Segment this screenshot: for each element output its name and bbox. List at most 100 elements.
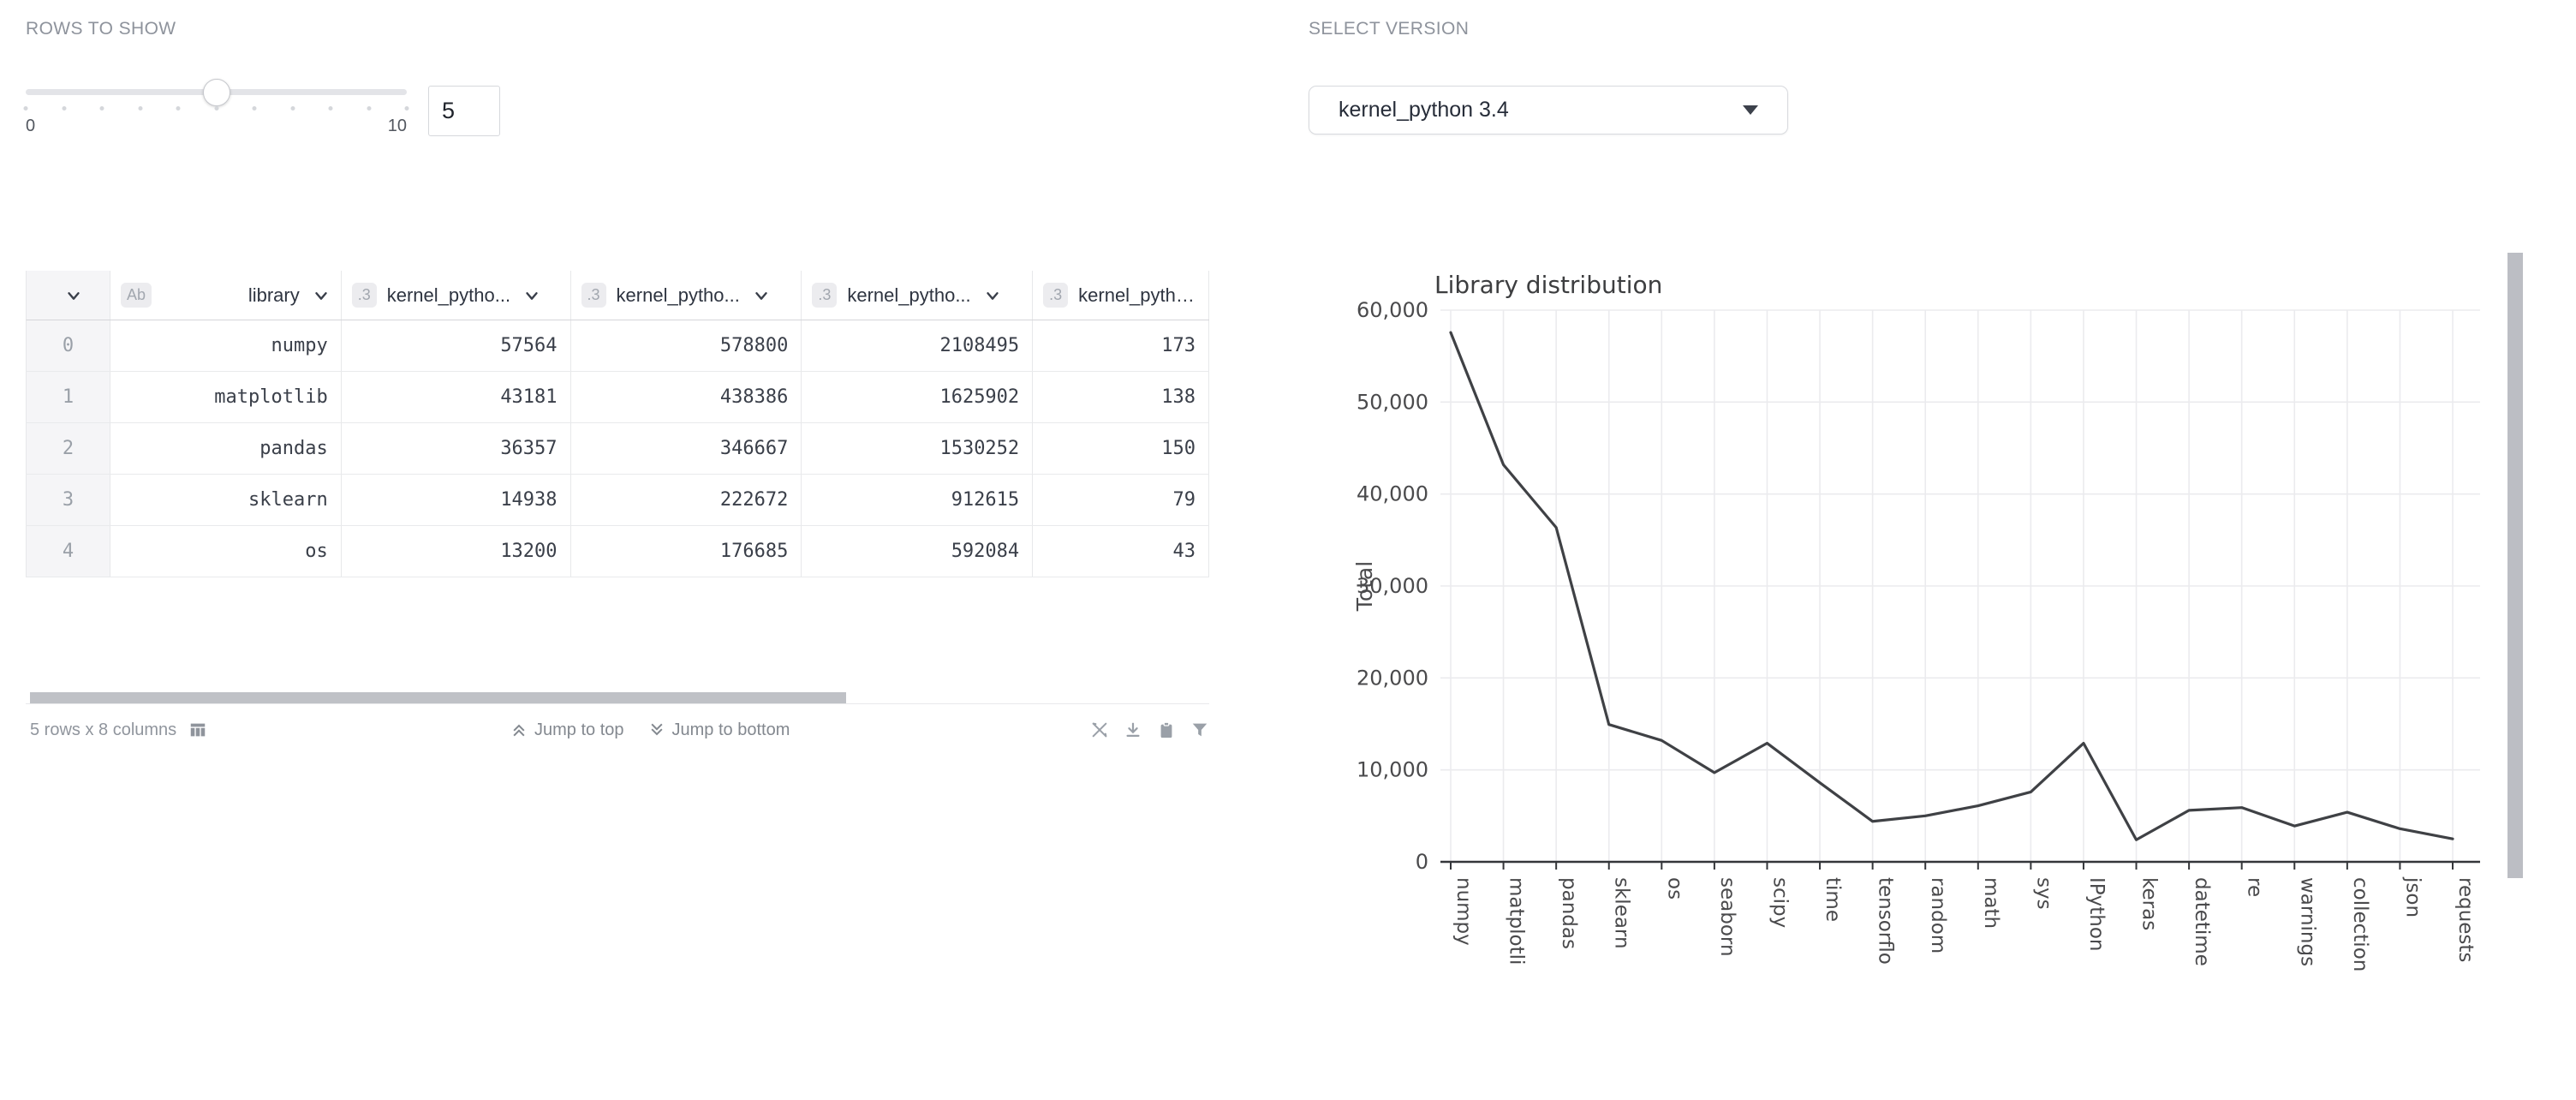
scrollbar-thumb[interactable] (30, 692, 846, 703)
value-cell: 176685 (571, 526, 802, 577)
chevron-down-icon[interactable] (522, 286, 541, 305)
table-body: 0numpy5756457880021084951731matplotlib43… (26, 320, 1209, 577)
rows-to-show-input[interactable]: 5 (428, 86, 500, 136)
slider-track[interactable] (26, 89, 407, 95)
value-cell: 57564 (342, 320, 571, 371)
value-cell: 43 (1033, 526, 1209, 577)
library-cell: pandas (110, 423, 342, 474)
y-tick-label: 0 (1416, 850, 1428, 874)
jump-to-bottom-button[interactable]: Jump to bottom (648, 720, 790, 740)
slider-tick (329, 106, 333, 111)
select-column-header[interactable] (27, 271, 110, 320)
x-tick-label: datetime (2191, 877, 2213, 966)
x-tick-label: keras (2138, 877, 2161, 930)
chevron-down-icon (1743, 105, 1758, 115)
notebook-page: ROWS TO SHOW 0 10 5 SELECT VERSION kerne… (0, 0, 2576, 1100)
table-row[interactable]: 4os1320017668559208443 (26, 526, 1209, 577)
slider-tick (253, 106, 257, 111)
x-tick-label: math (1980, 877, 2002, 929)
slider-handle[interactable] (203, 79, 230, 106)
value-cell: 138 (1033, 372, 1209, 422)
value-cell: 150 (1033, 423, 1209, 474)
value-cell: 14938 (342, 475, 571, 525)
x-tick-label: seaborn (1716, 877, 1738, 957)
y-tick-label: 20,000 (1357, 666, 1428, 690)
slider-max-label: 10 (388, 117, 407, 136)
chevron-down-icon[interactable] (752, 286, 771, 305)
x-tick-label: pandas (1558, 877, 1580, 949)
value-cell: 346667 (571, 423, 802, 474)
x-tick-label: sys (2032, 877, 2054, 910)
column-header[interactable]: .3kernel_pytho... (1033, 271, 1209, 320)
column-header-label: kernel_pytho... (847, 284, 970, 307)
chevron-down-icon[interactable] (312, 286, 331, 305)
library-cell: matplotlib (110, 372, 342, 422)
library-cell: sklearn (110, 475, 342, 525)
double-chevron-down-icon (648, 721, 665, 738)
value-cell: 36357 (342, 423, 571, 474)
clipboard-icon[interactable] (1157, 720, 1176, 739)
value-cell: 173 (1033, 320, 1209, 371)
column-header-label: kernel_pytho... (617, 284, 740, 307)
slider-tick (100, 106, 104, 111)
table-columns-icon[interactable] (188, 720, 207, 739)
jump-to-bottom-label: Jump to bottom (672, 720, 790, 740)
x-tick-label: time (1822, 877, 1844, 922)
x-tick-label: json (2401, 876, 2424, 918)
x-tick-label: scipy (1768, 877, 1791, 928)
chevron-down-icon[interactable] (983, 286, 1002, 305)
page-vertical-scrollbar[interactable] (2507, 253, 2523, 878)
select-version-label: SELECT VERSION (1309, 19, 1469, 39)
rows-to-show-slider[interactable]: 0 10 (26, 82, 407, 136)
table-row[interactable]: 3sklearn1493822267291261579 (26, 475, 1209, 526)
slider-minmax: 0 10 (26, 117, 407, 136)
table-row[interactable]: 1matplotlib431814383861625902138 (26, 372, 1209, 423)
slider-tick (214, 106, 218, 111)
x-tick-label: random (1927, 877, 1949, 954)
column-type-badge: .3 (1043, 283, 1068, 308)
x-tick-label: warnings (2296, 877, 2318, 966)
value-cell: 912615 (802, 475, 1033, 525)
table-header-row: Ablibrary.3kernel_pytho....3kernel_pytho… (26, 271, 1209, 320)
version-dropdown-value: kernel_python 3.4 (1339, 98, 1509, 123)
row-index-cell: 0 (27, 320, 110, 371)
x-tick-label: requests (2454, 877, 2477, 962)
rows-to-show-label: ROWS TO SHOW (26, 19, 176, 39)
table-actions (1090, 720, 1209, 739)
y-tick-label: 40,000 (1357, 482, 1428, 506)
value-cell: 2108495 (802, 320, 1033, 371)
column-type-badge: Ab (121, 283, 152, 308)
slider-tick (405, 106, 409, 111)
column-header[interactable]: .3kernel_pytho... (342, 271, 571, 320)
tools-icon[interactable] (1090, 720, 1109, 739)
jump-to-top-button[interactable]: Jump to top (510, 720, 624, 740)
y-tick-label: 10,000 (1357, 758, 1428, 782)
table-horizontal-scrollbar[interactable] (26, 692, 1209, 704)
value-cell: 1530252 (802, 423, 1033, 474)
value-cell: 438386 (571, 372, 802, 422)
x-tick-label: IPython (2085, 877, 2108, 952)
column-header-label: kernel_pytho... (387, 284, 510, 307)
column-header[interactable]: Ablibrary (110, 271, 342, 320)
slider-tick (24, 106, 28, 111)
download-icon[interactable] (1124, 720, 1142, 739)
row-index-cell: 2 (27, 423, 110, 474)
slider-tick (62, 106, 66, 111)
library-cell: os (110, 526, 342, 577)
table-row[interactable]: 2pandas363573466671530252150 (26, 423, 1209, 475)
slider-ticks (26, 103, 407, 115)
version-dropdown[interactable]: kernel_python 3.4 (1309, 86, 1788, 135)
table-row[interactable]: 0numpy575645788002108495173 (26, 320, 1209, 372)
x-tick-label: sklearn (1611, 877, 1633, 949)
library-cell: numpy (110, 320, 342, 371)
table-summary: 5 rows x 8 columns (30, 720, 207, 740)
chevron-down-icon[interactable] (64, 286, 83, 305)
value-cell: 13200 (342, 526, 571, 577)
filter-funnel-icon[interactable] (1190, 720, 1209, 739)
column-header[interactable]: .3kernel_pytho... (571, 271, 802, 320)
column-header[interactable]: .3kernel_pytho... (802, 271, 1033, 320)
value-cell: 43181 (342, 372, 571, 422)
y-axis-label: Total (1352, 561, 1377, 612)
slider-tick (367, 106, 371, 111)
x-tick-label: os (1663, 877, 1685, 900)
